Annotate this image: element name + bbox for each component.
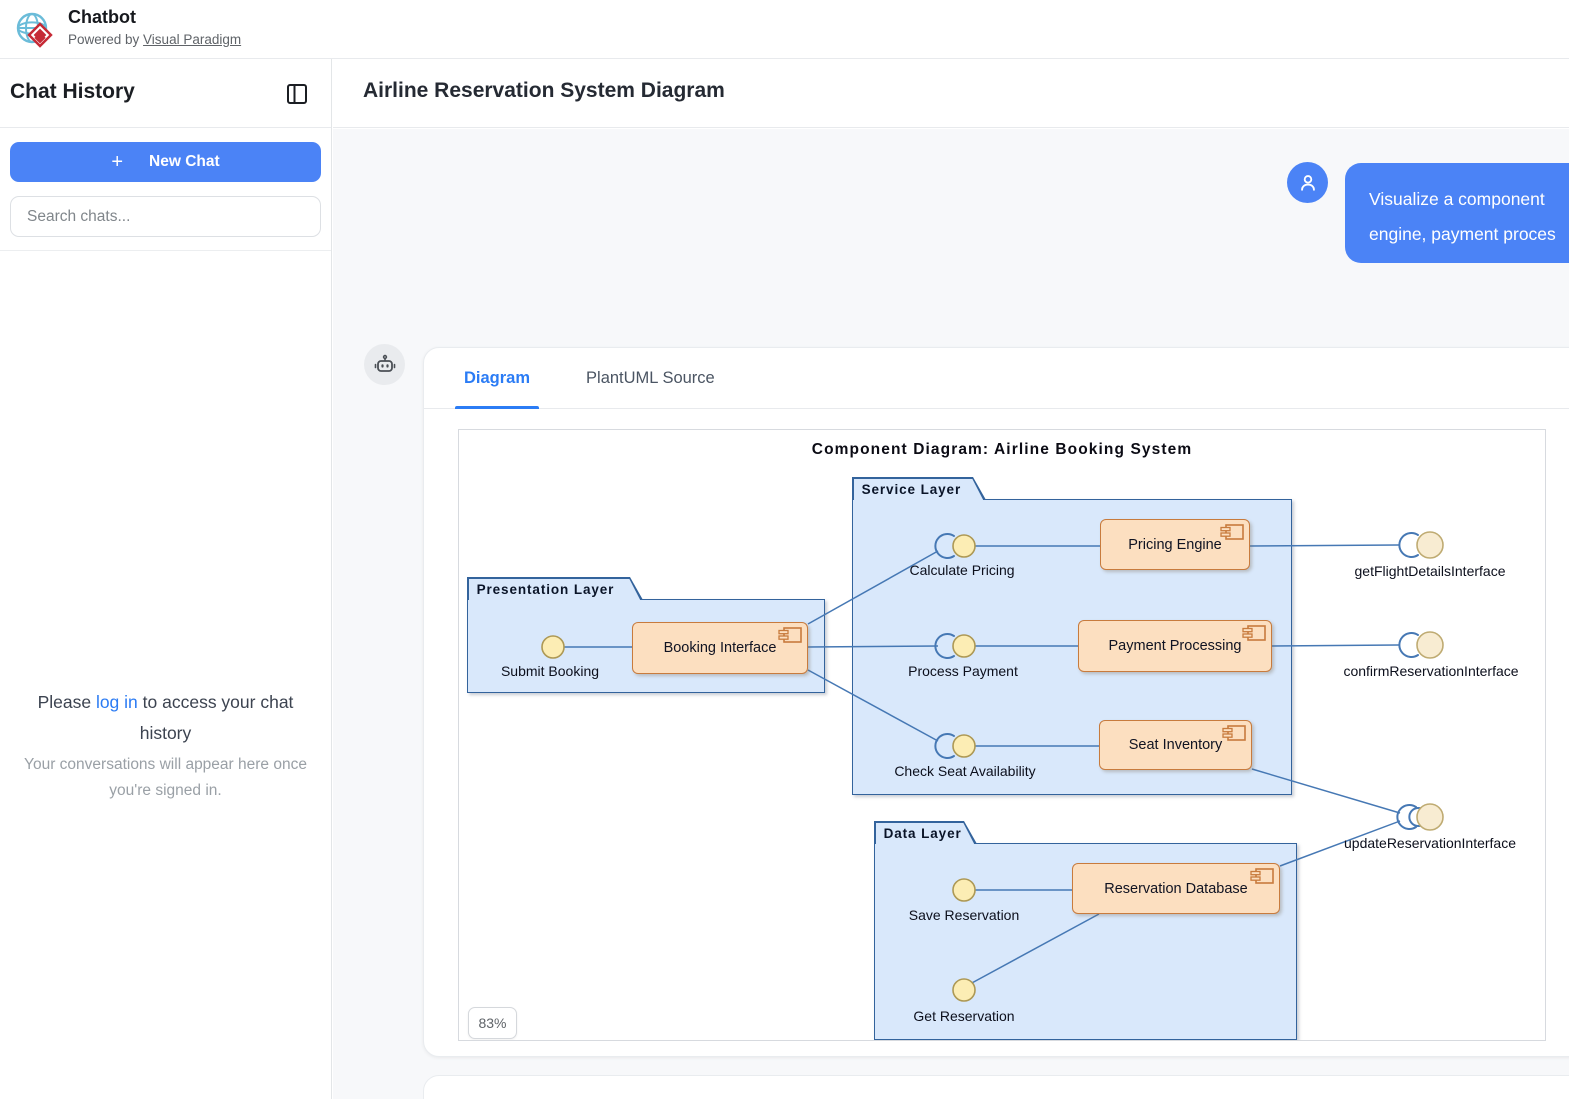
interface-label-confirm-reservation: confirmReservationInterface <box>1343 663 1518 679</box>
diagram-canvas: Component Diagram: Airline Booking Syste… <box>458 429 1546 1041</box>
zoom-level-badge: 83% <box>468 1007 517 1039</box>
assistant-answer-card: Diagram PlantUML Source Component Diagra… <box>423 347 1569 1057</box>
user-message-bubble: Visualize a component engine, payment pr… <box>1345 163 1569 263</box>
sidebar-header: Chat History <box>0 59 331 128</box>
user-avatar <box>1287 162 1328 203</box>
app-header: Chatbot Powered by Visual Paradigm <box>0 0 1569 59</box>
diagram-connectors <box>459 430 1546 1041</box>
port-label-get-reservation: Get Reservation <box>913 1008 1014 1024</box>
user-message-line1: Visualize a component <box>1369 182 1569 217</box>
component-reservation-database: Reservation Database <box>1072 863 1280 914</box>
component-icon <box>1250 868 1274 884</box>
sidebar-title: Chat History <box>10 80 135 104</box>
chat-history-sidebar: Chat History + New Chat Please log in to… <box>0 59 332 1099</box>
interface-label-get-flight-details: getFlightDetailsInterface <box>1355 563 1506 579</box>
component-label: Reservation Database <box>1104 881 1247 897</box>
component-icon <box>1242 625 1266 641</box>
assistant-text-bubble <box>423 1075 1569 1099</box>
conversation-title: Airline Reservation System Diagram <box>363 79 725 103</box>
app-title: Chatbot <box>68 7 136 28</box>
collapse-panel-icon[interactable] <box>285 82 309 106</box>
chat-area: Visualize a component engine, payment pr… <box>333 129 1569 1099</box>
visual-paradigm-link[interactable]: Visual Paradigm <box>143 32 241 47</box>
component-label: Payment Processing <box>1109 638 1242 654</box>
component-icon <box>1222 725 1246 741</box>
tab-plantuml-source[interactable]: PlantUML Source <box>586 348 715 409</box>
search-chats-input[interactable] <box>10 196 321 237</box>
new-chat-label: New Chat <box>149 153 220 171</box>
component-booking-interface: Booking Interface <box>632 622 808 674</box>
component-payment-processing: Payment Processing <box>1078 620 1272 672</box>
tab-diagram[interactable]: Diagram <box>464 348 530 409</box>
powered-by: Powered by Visual Paradigm <box>68 32 241 47</box>
component-icon <box>778 627 802 643</box>
port-label-check-seat-availability: Check Seat Availability <box>894 763 1035 779</box>
component-label: Pricing Engine <box>1128 537 1222 553</box>
person-icon <box>1297 172 1319 194</box>
conversation-header: Airline Reservation System Diagram <box>333 59 1569 128</box>
login-note: Your conversations will appear here once… <box>20 752 311 804</box>
port-label-submit-booking: Submit Booking <box>501 663 599 679</box>
tab-bar: Diagram PlantUML Source <box>424 348 1569 409</box>
port-label-process-payment: Process Payment <box>908 663 1018 679</box>
component-pricing-engine: Pricing Engine <box>1100 519 1250 570</box>
component-label: Booking Interface <box>664 640 777 656</box>
plus-icon: + <box>111 151 123 174</box>
log-in-link[interactable]: log in <box>96 692 138 712</box>
sidebar-divider <box>0 250 331 251</box>
port-label-save-reservation: Save Reservation <box>909 907 1020 923</box>
robot-icon <box>373 353 397 377</box>
component-icon <box>1220 524 1244 540</box>
bot-avatar <box>364 344 405 385</box>
port-label-calculate-pricing: Calculate Pricing <box>909 562 1014 578</box>
new-chat-button[interactable]: + New Chat <box>10 142 321 182</box>
interface-label-update-reservation: updateReservationInterface <box>1344 835 1516 851</box>
component-seat-inventory: Seat Inventory <box>1099 720 1252 770</box>
visual-paradigm-logo-icon <box>13 8 57 52</box>
component-label: Seat Inventory <box>1129 737 1223 753</box>
login-prompt: Please log in to access your chat histor… <box>20 687 311 749</box>
login-prompt-block: Please log in to access your chat histor… <box>20 687 311 804</box>
user-message-line2: engine, payment proces <box>1369 217 1569 252</box>
